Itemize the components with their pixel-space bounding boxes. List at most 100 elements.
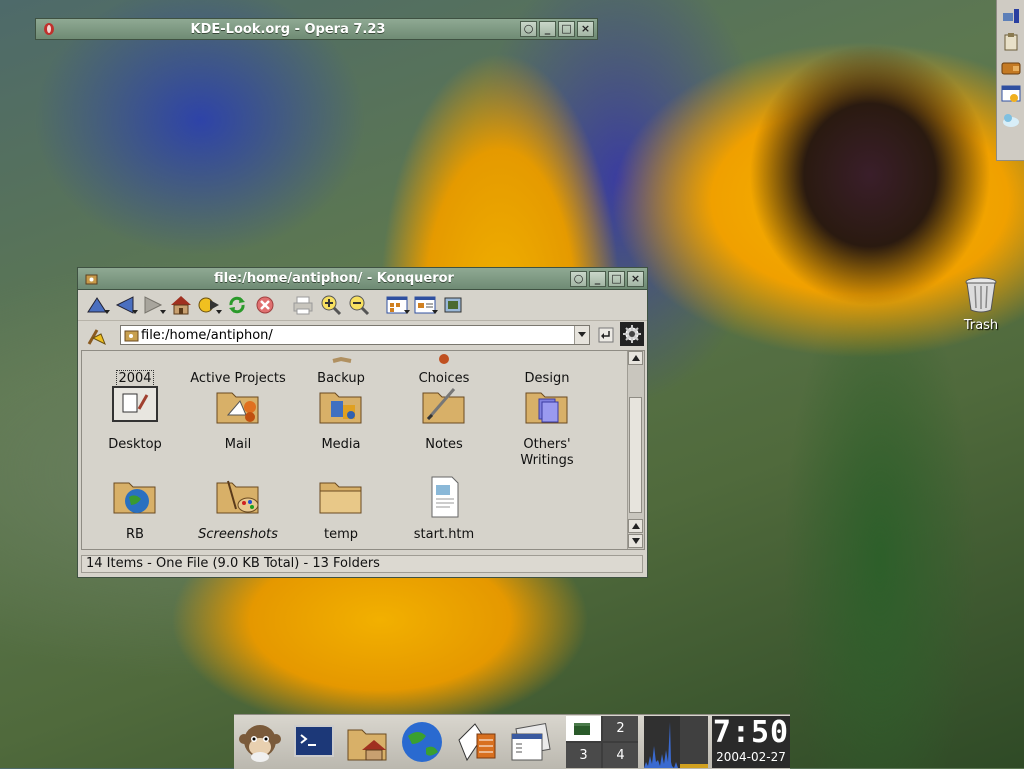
file-icon-view[interactable]: 2004 Active Projects Backup Choices Desi… bbox=[81, 350, 645, 550]
print-icon[interactable] bbox=[290, 293, 316, 317]
clear-location-icon[interactable] bbox=[84, 324, 110, 348]
file-item[interactable]: RB bbox=[85, 475, 185, 543]
folder-icon bbox=[420, 351, 468, 367]
folder-icon bbox=[111, 351, 159, 367]
file-item[interactable]: Backup bbox=[291, 351, 391, 387]
globe-folder-icon bbox=[111, 475, 159, 523]
desktop-pager: 2 3 4 bbox=[566, 716, 638, 768]
scroll-up-button-lower[interactable] bbox=[628, 519, 643, 533]
file-item[interactable]: Design bbox=[497, 351, 597, 387]
opera-sticky-button[interactable]: ○ bbox=[520, 21, 537, 37]
pager-desktop-4[interactable]: 4 bbox=[603, 743, 638, 768]
folder-icon bbox=[317, 475, 365, 523]
clipboard-icon[interactable] bbox=[1000, 32, 1022, 52]
up-arrow-icon[interactable] bbox=[84, 293, 110, 317]
location-dropdown-button[interactable] bbox=[574, 326, 589, 344]
desktop-folder-icon bbox=[111, 385, 159, 433]
wallet-icon[interactable] bbox=[1000, 58, 1022, 78]
window-thumbnail-icon bbox=[573, 722, 590, 735]
browser-globe-icon[interactable] bbox=[398, 718, 446, 766]
scrollbar-thumb[interactable] bbox=[629, 397, 642, 513]
weather-icon[interactable] bbox=[1000, 110, 1022, 130]
trash-label: Trash bbox=[963, 318, 999, 333]
main-toolbar bbox=[78, 290, 647, 321]
pager-desktop-2[interactable]: 2 bbox=[603, 716, 638, 741]
opera-icon bbox=[42, 22, 56, 36]
opera-close-button[interactable]: × bbox=[577, 21, 594, 37]
file-item[interactable]: Active Projects bbox=[188, 351, 288, 387]
file-item[interactable]: 2004 bbox=[85, 351, 185, 387]
home-icon[interactable] bbox=[168, 293, 194, 317]
stop-icon[interactable] bbox=[252, 293, 278, 317]
history-icon[interactable] bbox=[196, 293, 222, 317]
chevron-down-icon bbox=[578, 332, 586, 337]
opera-window-titlebar[interactable]: KDE-Look.org - Opera 7.23 ○ _ □ × bbox=[35, 18, 598, 40]
konqueror-sticky-button[interactable]: ○ bbox=[570, 270, 587, 287]
home-folder-icon[interactable] bbox=[344, 718, 392, 766]
file-item[interactable]: Mail bbox=[188, 385, 288, 453]
konqueror-window-title: file:/home/antiphon/ - Konqueror bbox=[214, 271, 454, 286]
file-item[interactable]: temp bbox=[291, 475, 391, 543]
konqueror-titlebar[interactable]: file:/home/antiphon/ - Konqueror ○ _ □ × bbox=[78, 268, 647, 290]
opera-window-title: KDE-Look.org - Opera 7.23 bbox=[190, 21, 386, 37]
chevron-up-icon bbox=[631, 523, 640, 529]
writings-folder-icon bbox=[523, 385, 571, 433]
folder-icon bbox=[317, 351, 365, 367]
preview-icon[interactable] bbox=[440, 293, 466, 317]
forward-arrow-icon[interactable] bbox=[140, 293, 166, 317]
pager-desktop-1[interactable] bbox=[566, 716, 601, 741]
status-bar: 14 Items - One File (9.0 KB Total) - 13 … bbox=[81, 555, 643, 573]
back-arrow-icon[interactable] bbox=[112, 293, 138, 317]
scroll-up-button[interactable] bbox=[628, 351, 643, 365]
file-item[interactable]: Screenshots bbox=[188, 475, 288, 543]
scroll-down-button[interactable] bbox=[628, 534, 643, 548]
konqueror-maximize-button[interactable]: □ bbox=[608, 270, 625, 287]
terminal-icon[interactable] bbox=[290, 718, 338, 766]
panel-clock[interactable]: 7:50 2004-02-27 bbox=[712, 716, 790, 768]
clock-date: 2004-02-27 bbox=[716, 750, 786, 764]
konqueror-close-button[interactable]: × bbox=[627, 270, 644, 287]
folder-icon bbox=[523, 351, 571, 367]
file-item[interactable]: start.htm bbox=[394, 475, 494, 543]
vertical-scrollbar[interactable] bbox=[627, 351, 644, 549]
quick-launch-panel bbox=[996, 0, 1024, 161]
location-folder-icon bbox=[124, 328, 139, 342]
konqueror-icon bbox=[84, 272, 98, 286]
opera-maximize-button[interactable]: □ bbox=[558, 21, 575, 37]
zoom-out-icon[interactable] bbox=[346, 293, 372, 317]
location-input[interactable] bbox=[139, 327, 574, 343]
reload-icon[interactable] bbox=[224, 293, 250, 317]
zoom-in-icon[interactable] bbox=[318, 293, 344, 317]
kmenu-icon[interactable] bbox=[236, 718, 284, 766]
editor-icon[interactable] bbox=[452, 718, 500, 766]
trash-icon bbox=[965, 277, 997, 313]
folder-icon bbox=[214, 351, 262, 367]
opera-minimize-button[interactable]: _ bbox=[539, 21, 556, 37]
konqueror-minimize-button[interactable]: _ bbox=[589, 270, 606, 287]
chevron-up-icon bbox=[631, 355, 640, 361]
cpu-load-graph bbox=[644, 716, 708, 768]
throbber-icon bbox=[620, 322, 644, 346]
file-item[interactable]: Choices bbox=[394, 351, 494, 387]
file-item[interactable]: Notes bbox=[394, 385, 494, 453]
detail-view-icon[interactable] bbox=[412, 293, 438, 317]
network-icon[interactable] bbox=[1000, 6, 1022, 26]
pager-desktop-3[interactable]: 3 bbox=[566, 743, 601, 768]
go-icon[interactable] bbox=[596, 325, 616, 345]
html-file-icon bbox=[420, 475, 468, 523]
icon-view-icon[interactable] bbox=[384, 293, 410, 317]
file-item[interactable]: Media bbox=[291, 385, 391, 453]
file-item[interactable]: Desktop bbox=[85, 385, 185, 453]
media-folder-icon bbox=[317, 385, 365, 433]
konqueror-window: file:/home/antiphon/ - Konqueror ○ _ □ × bbox=[77, 267, 648, 578]
window-list-icon[interactable] bbox=[506, 718, 554, 766]
location-field[interactable] bbox=[120, 325, 590, 345]
calendar-icon[interactable] bbox=[1000, 84, 1022, 104]
trash-desktop-icon[interactable]: Trash bbox=[957, 274, 1005, 333]
chevron-down-icon bbox=[631, 538, 640, 544]
file-item[interactable]: Others' Writings bbox=[497, 385, 597, 469]
notes-folder-icon bbox=[420, 385, 468, 433]
clock-time: 7:50 bbox=[712, 715, 790, 750]
toolbar-separator bbox=[374, 293, 382, 317]
mail-folder-icon bbox=[214, 385, 262, 433]
